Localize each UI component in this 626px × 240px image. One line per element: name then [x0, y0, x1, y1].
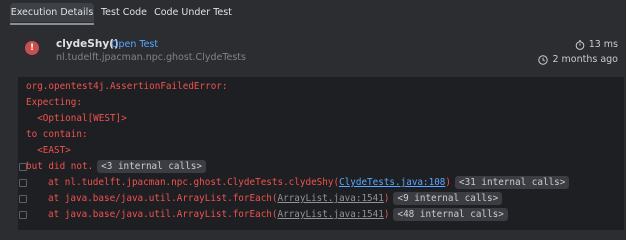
stack-frame-suffix: ): [383, 209, 390, 220]
run-time-value: 2 months ago: [552, 54, 618, 65]
console-line: to contain:: [26, 129, 88, 140]
fold-toggle-icon[interactable]: [19, 179, 27, 187]
stack-frame: at java.base/java.util.ArrayList.forEach…: [48, 207, 508, 223]
source-link[interactable]: ArrayList.java:1541: [278, 193, 384, 204]
stack-frame: at nl.tudelft.jpacman.npc.ghost.ClydeTes…: [48, 175, 570, 191]
collapsed-calls-chip[interactable]: <48 internal calls>: [393, 208, 508, 221]
clock-icon: [538, 54, 549, 65]
tab-bar: Execution Details Test Code Code Under T…: [0, 0, 626, 26]
console-line: Expecting:: [26, 97, 82, 108]
console-line: org.opentest4j.AssertionFailedError:: [26, 81, 228, 92]
console-line: but did not. <3 internal calls>: [26, 159, 206, 175]
run-time: 2 months ago: [538, 54, 618, 65]
stack-frame-text: at nl.tudelft.jpacman.npc.ghost.ClydeTes…: [48, 177, 340, 188]
tab-execution-details[interactable]: Execution Details: [10, 3, 94, 25]
test-header: ! clydeShy() Open Test nl.tudelft.jpacma…: [0, 30, 626, 74]
fold-toggle-icon[interactable]: [19, 195, 27, 203]
console-line-text: but did not.: [26, 161, 94, 172]
stopwatch-icon: [575, 39, 584, 50]
stack-frame-suffix: ): [445, 177, 452, 188]
stack-frame: at java.base/java.util.ArrayList.forEach…: [48, 191, 503, 207]
console-output[interactable]: org.opentest4j.AssertionFailedError: Exp…: [18, 77, 624, 230]
duration: 13 ms: [575, 39, 618, 50]
source-link[interactable]: ClydeTests.java:108: [339, 177, 445, 188]
fold-toggle-icon[interactable]: [19, 211, 27, 219]
collapsed-calls-chip[interactable]: <31 internal calls>: [455, 176, 570, 189]
tab-test-code[interactable]: Test Code: [100, 3, 148, 22]
test-name: clydeShy(): [56, 38, 119, 50]
stack-frame-suffix: ): [383, 193, 390, 204]
console-line: <Optional[WEST]>: [26, 113, 127, 124]
open-test-link[interactable]: Open Test: [111, 39, 158, 50]
error-icon: !: [25, 41, 39, 55]
stack-frame-text: at java.base/java.util.ArrayList.forEach…: [48, 193, 278, 204]
stack-frame-text: at java.base/java.util.ArrayList.forEach…: [48, 209, 278, 220]
collapsed-calls-chip[interactable]: <3 internal calls>: [97, 160, 206, 173]
source-link[interactable]: ArrayList.java:1541: [278, 209, 384, 220]
tab-code-under-test[interactable]: Code Under Test: [154, 3, 232, 22]
test-class-path: nl.tudelft.jpacman.npc.ghost.ClydeTests: [56, 52, 246, 63]
collapsed-calls-chip[interactable]: <9 internal calls>: [393, 192, 503, 205]
console-line: <EAST>: [26, 145, 71, 156]
duration-value: 13 ms: [588, 39, 618, 50]
